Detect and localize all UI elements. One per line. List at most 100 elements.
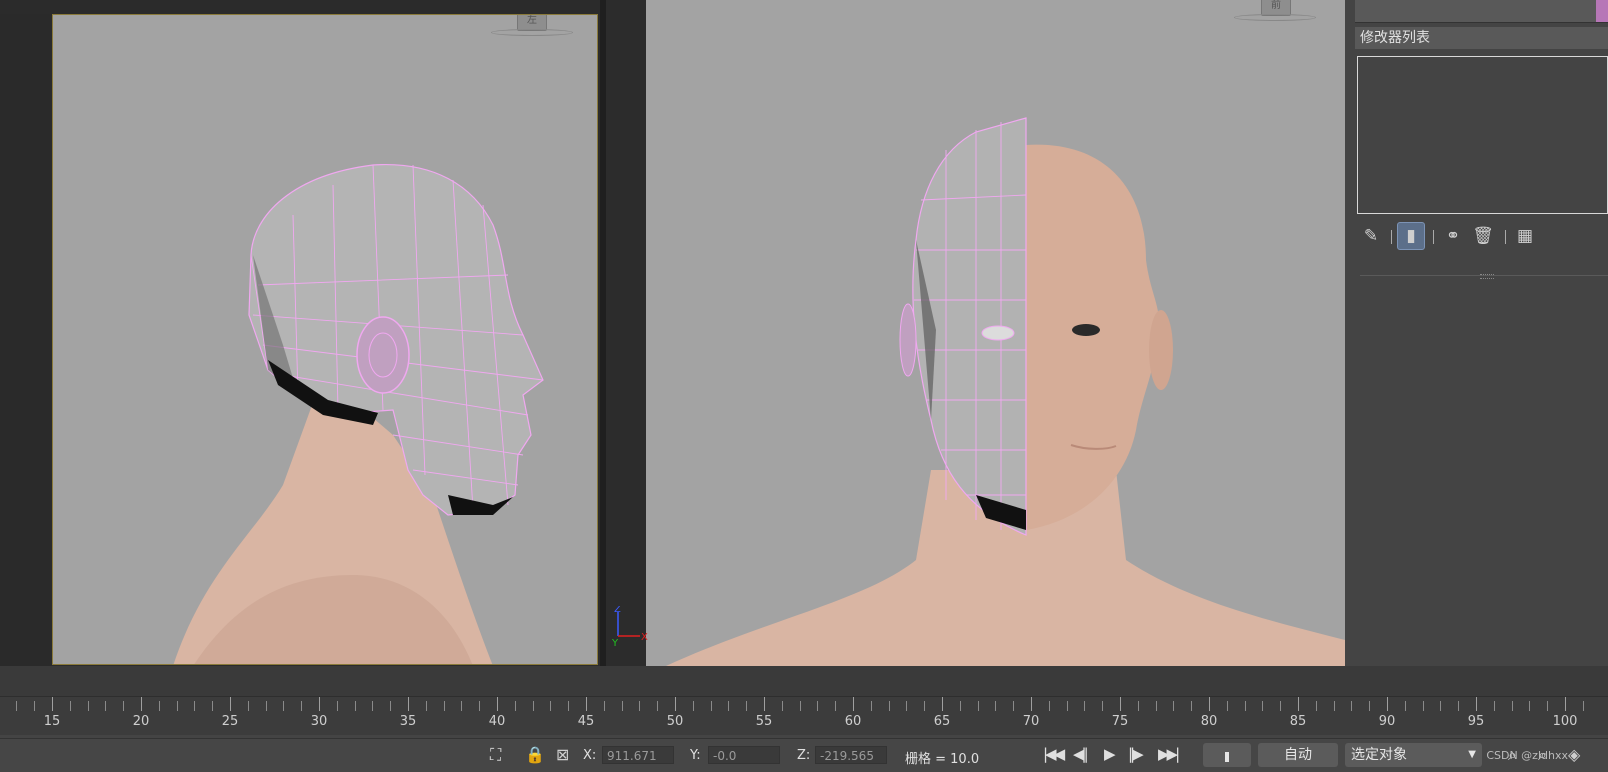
toolbar-separator xyxy=(1391,230,1392,244)
panel-resize-grip[interactable] xyxy=(1480,274,1494,279)
object-name-field[interactable] xyxy=(1355,0,1608,23)
frame-tick xyxy=(1315,701,1317,711)
modifier-stack[interactable] xyxy=(1357,56,1608,214)
frame-tick xyxy=(586,697,587,711)
isolate-selection-icon[interactable]: ⛶ xyxy=(490,745,501,765)
set-key-button[interactable] xyxy=(1203,743,1251,767)
frame-tick xyxy=(212,701,214,711)
configure-modifier-sets-icon[interactable]: ▦ xyxy=(1511,222,1539,250)
selection-lock-icon[interactable]: 🔒 xyxy=(525,745,545,764)
frame-tick xyxy=(924,701,926,711)
make-unique-icon[interactable]: ⚭ xyxy=(1439,222,1467,250)
frame-label: 60 xyxy=(844,714,862,729)
frame-tick xyxy=(354,701,356,711)
frame-tick xyxy=(692,701,694,711)
frame-label: 90 xyxy=(1378,714,1396,729)
frame-tick xyxy=(141,697,142,711)
frame-tick xyxy=(69,701,71,711)
frame-tick xyxy=(764,697,765,711)
front-viewport[interactable]: 前 Z X Y xyxy=(606,0,1345,666)
frame-tick xyxy=(194,701,196,711)
status-bar: ⛶ 🔒 ⊠ X: 911.671 Y: -0.0 Z: -219.565 栅格 … xyxy=(0,738,1608,772)
frame-tick xyxy=(1493,701,1495,711)
frame-label: 100 xyxy=(1552,714,1578,729)
axis-y-label: Y xyxy=(611,638,619,646)
frame-tick xyxy=(1031,697,1032,711)
frame-tick xyxy=(1226,701,1228,711)
object-color-swatch[interactable] xyxy=(1596,0,1608,22)
absolute-mode-icon[interactable]: ⊠ xyxy=(556,745,569,764)
go-to-start-icon[interactable]: |◀◀ xyxy=(1043,745,1065,763)
time-slider-area[interactable] xyxy=(0,666,1608,696)
pin-stack-icon[interactable]: ✎ xyxy=(1357,222,1385,250)
frame-tick xyxy=(942,697,943,711)
frame-label: 55 xyxy=(755,714,773,729)
frame-tick xyxy=(870,701,872,711)
frame-tick xyxy=(1582,701,1584,711)
frame-label: 20 xyxy=(132,714,150,729)
modifier-stack-toolbar: ✎ ▮ ⚭ 🗑 ▦ xyxy=(1357,222,1607,252)
z-coord-field[interactable]: -219.565 xyxy=(815,746,887,764)
x-coord-field[interactable]: 911.671 xyxy=(602,746,674,764)
frame-tick xyxy=(1298,697,1299,711)
frame-tick xyxy=(52,697,53,711)
front-viewport-canvas[interactable]: 前 xyxy=(646,0,1345,666)
frame-tick xyxy=(176,701,178,711)
frame-tick xyxy=(532,701,534,711)
frame-tick xyxy=(1102,701,1104,711)
frame-tick xyxy=(959,701,961,711)
tick-row: 15 20 25 30 35 40 45 50 55 60 65 70 75 80 85 90 95 100 xyxy=(0,697,1608,729)
frame-tick xyxy=(1155,701,1157,711)
frame-tick xyxy=(1191,701,1193,711)
y-coord-field[interactable]: -0.0 xyxy=(708,746,780,764)
frame-tick xyxy=(781,701,783,711)
left-viewport-gutter xyxy=(0,14,52,666)
frame-tick xyxy=(1529,701,1531,711)
frame-tick xyxy=(443,701,445,711)
go-to-end-icon[interactable]: ▶▶| xyxy=(1158,745,1180,763)
frame-tick xyxy=(16,701,18,711)
axis-z-label: Z xyxy=(614,606,621,615)
trackbar[interactable]: 15 20 25 30 35 40 45 50 55 60 65 70 75 80 85 90 95 100 xyxy=(0,696,1608,735)
frame-tick xyxy=(1511,701,1513,711)
next-frame-icon[interactable]: ||▶ xyxy=(1128,745,1144,763)
axis-tripod: Z X Y xyxy=(611,606,648,646)
frame-tick xyxy=(1351,701,1353,711)
show-end-result-icon[interactable]: ▮ xyxy=(1397,222,1425,250)
frame-label: 25 xyxy=(221,714,239,729)
maximize-viewport-icon[interactable]: ◈ xyxy=(1568,745,1580,764)
frame-tick xyxy=(675,697,676,711)
frame-label: 40 xyxy=(488,714,506,729)
left-viewport[interactable]: 左 xyxy=(52,14,598,665)
frame-tick xyxy=(247,701,249,711)
grid-size-text: 栅格 = 10.0 xyxy=(905,752,980,767)
frame-tick xyxy=(853,697,854,711)
frame-tick xyxy=(621,701,623,711)
frame-label: 45 xyxy=(577,714,595,729)
frame-tick xyxy=(639,701,641,711)
frame-tick xyxy=(995,701,997,711)
frame-label: 95 xyxy=(1467,714,1485,729)
previous-frame-icon[interactable]: ◀|| xyxy=(1073,745,1089,763)
remove-modifier-icon[interactable]: 🗑 xyxy=(1469,222,1497,250)
play-icon[interactable]: ▶ xyxy=(1104,745,1115,763)
axis-x-label: X xyxy=(641,632,648,643)
frame-tick xyxy=(390,701,392,711)
selection-filter-dropdown[interactable]: 选定对象 ▼ xyxy=(1345,743,1482,767)
frame-tick xyxy=(301,701,303,711)
frame-tick xyxy=(408,697,409,711)
auto-key-button[interactable]: 自动 xyxy=(1258,743,1338,767)
frame-tick xyxy=(319,697,320,711)
frame-tick xyxy=(479,701,481,711)
frame-tick xyxy=(1120,697,1121,711)
frame-tick xyxy=(835,701,837,711)
frame-tick xyxy=(497,697,498,711)
toolbar-separator xyxy=(1505,230,1506,244)
head-front-mesh[interactable] xyxy=(646,0,1345,666)
modifier-list-dropdown[interactable]: 修改器列表 xyxy=(1355,27,1608,49)
selection-filter-value: 选定对象 xyxy=(1351,747,1407,763)
frame-tick xyxy=(283,701,285,711)
frame-tick xyxy=(461,701,463,711)
head-side-mesh[interactable] xyxy=(53,15,598,665)
toolbar-separator xyxy=(1433,230,1434,244)
